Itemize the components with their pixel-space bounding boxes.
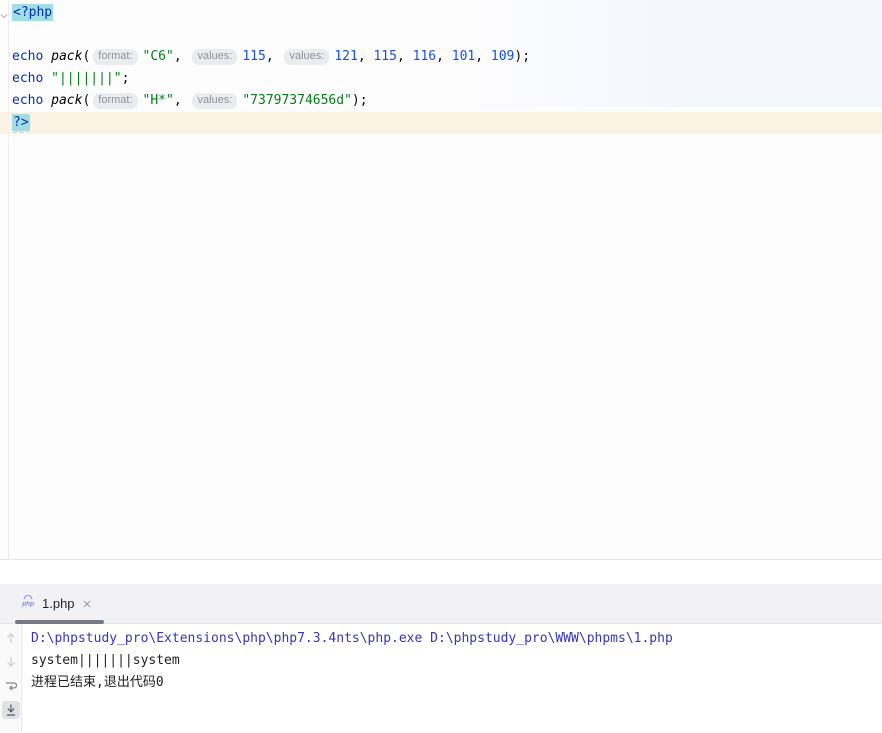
code-token: "|||||||" <box>51 71 122 86</box>
close-icon[interactable] <box>81 598 93 610</box>
code-token: ( <box>82 49 91 64</box>
code-token: 115 <box>373 49 397 64</box>
console-output-line: system|||||||system <box>31 653 180 668</box>
console-output-line: 进程已结束,退出代码0 <box>31 675 164 690</box>
code-line[interactable]: ?> <box>0 112 882 134</box>
arrow-up-icon[interactable] <box>2 629 20 647</box>
code-token: , <box>265 49 282 64</box>
code-token: , <box>173 93 190 108</box>
code-area[interactable]: <?php echo pack(format: "C6", values: 115,… <box>0 0 882 134</box>
parameter-hint: values: <box>192 49 238 65</box>
code-token: , <box>436 49 452 64</box>
code-token: , <box>475 49 491 64</box>
code-line[interactable]: echo "|||||||"; <box>0 68 882 90</box>
code-token: echo <box>12 71 44 86</box>
parameter-hint: format: <box>93 93 138 109</box>
tool-window-header-spacer <box>0 560 882 584</box>
code-token: "73797374656d" <box>242 93 352 108</box>
code-token: "H*" <box>142 93 174 108</box>
code-token: 101 <box>451 49 476 64</box>
code-token: "C6" <box>142 49 174 64</box>
code-token: echo <box>12 49 44 64</box>
code-token: ( <box>82 93 91 108</box>
code-line[interactable]: echo pack(format: "H*", values: "737973746… <box>0 90 882 112</box>
php-file-icon: php <box>20 593 36 614</box>
arrow-down-icon[interactable] <box>2 653 20 671</box>
run-console: D:\phpstudy_pro\Extensions\php\php7.3.4n… <box>0 624 882 732</box>
parameter-hint: values: <box>284 49 330 65</box>
code-editor[interactable]: <?php echo pack(format: "C6", values: 115,… <box>0 0 882 560</box>
code-line[interactable]: echo pack(format: "C6", values: 115, value… <box>0 46 882 68</box>
code-token: 115 <box>242 49 266 64</box>
console-output[interactable]: D:\phpstudy_pro\Extensions\php\php7.3.4n… <box>22 624 882 732</box>
run-tab-1php[interactable]: php 1.php <box>0 584 104 624</box>
code-token: 109 <box>490 49 515 64</box>
code-token: ?> <box>12 114 30 131</box>
scroll-to-end-icon[interactable] <box>1 701 20 719</box>
code-line[interactable] <box>0 24 882 46</box>
code-token: 121 <box>334 49 358 64</box>
console-command-line: D:\phpstudy_pro\Extensions\php\php7.3.4n… <box>31 631 673 646</box>
code-token: ; <box>121 71 130 86</box>
code-token: , <box>357 49 374 64</box>
code-token: 116 <box>412 49 437 64</box>
run-tool-window-tabbar: php 1.php <box>0 584 882 624</box>
code-token: , <box>173 49 190 64</box>
code-line[interactable]: <?php <box>0 2 882 24</box>
tab-label: 1.php <box>42 596 75 611</box>
code-token: echo <box>12 93 44 108</box>
code-token: pack <box>51 49 83 64</box>
code-token: pack <box>51 93 83 108</box>
console-toolbar <box>0 624 22 732</box>
code-token: ); <box>351 93 368 108</box>
svg-text:php: php <box>21 601 34 608</box>
soft-wrap-icon[interactable] <box>2 677 20 695</box>
code-token: ); <box>514 49 531 64</box>
code-token: <?php <box>12 4 54 21</box>
code-token: , <box>396 49 413 64</box>
parameter-hint: format: <box>93 49 138 65</box>
parameter-hint: values: <box>192 93 238 109</box>
